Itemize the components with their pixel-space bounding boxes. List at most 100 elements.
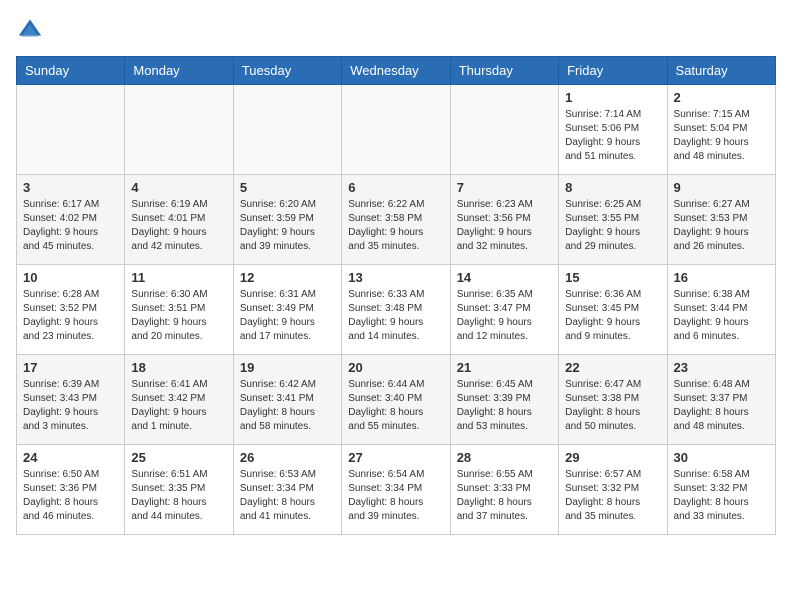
logo-icon — [16, 16, 44, 44]
day-number: 18 — [131, 360, 226, 375]
day-number: 26 — [240, 450, 335, 465]
day-number: 9 — [674, 180, 769, 195]
calendar-cell: 16 Sunrise: 6:38 AM Sunset: 3:44 PM Dayli… — [667, 265, 775, 355]
cell-info: Sunrise: 6:50 AM Sunset: 3:36 PM Dayligh… — [23, 468, 118, 524]
calendar-cell: 19 Sunrise: 6:42 AM Sunset: 3:41 PM Dayli… — [233, 355, 341, 445]
cell-info: Sunrise: 6:45 AM Sunset: 3:39 PM Dayligh… — [457, 378, 552, 434]
calendar-cell: 5 Sunrise: 6:20 AM Sunset: 3:59 PM Daylig… — [233, 175, 341, 265]
calendar-header-row: SundayMondayTuesdayWednesdayThursdayFrid… — [17, 57, 776, 85]
day-number: 19 — [240, 360, 335, 375]
calendar-cell: 23 Sunrise: 6:48 AM Sunset: 3:37 PM Dayli… — [667, 355, 775, 445]
day-number: 2 — [674, 90, 769, 105]
cell-info: Sunrise: 6:20 AM Sunset: 3:59 PM Dayligh… — [240, 198, 335, 254]
week-row-2: 3Sunrise: 6:17 AM Sunset: 4:02 PM Daylig… — [17, 175, 776, 265]
cell-info: Sunrise: 6:38 AM Sunset: 3:44 PM Dayligh… — [674, 288, 769, 344]
calendar-table: SundayMondayTuesdayWednesdayThursdayFrid… — [16, 56, 776, 535]
cell-info: Sunrise: 6:39 AM Sunset: 3:43 PM Dayligh… — [23, 378, 118, 434]
cell-info: Sunrise: 6:41 AM Sunset: 3:42 PM Dayligh… — [131, 378, 226, 434]
calendar-cell: 22 Sunrise: 6:47 AM Sunset: 3:38 PM Dayli… — [559, 355, 667, 445]
calendar-cell: 7 Sunrise: 6:23 AM Sunset: 3:56 PM Daylig… — [450, 175, 558, 265]
calendar-cell: 29 Sunrise: 6:57 AM Sunset: 3:32 PM Dayli… — [559, 445, 667, 535]
day-number: 17 — [23, 360, 118, 375]
day-number: 24 — [23, 450, 118, 465]
col-header-monday: Monday — [125, 57, 233, 85]
calendar-cell: 14Sunrise: 6:35 AM Sunset: 3:47 PM Dayli… — [450, 265, 558, 355]
day-number: 11 — [131, 270, 226, 285]
cell-info: Sunrise: 6:47 AM Sunset: 3:38 PM Dayligh… — [565, 378, 660, 434]
calendar-cell — [125, 85, 233, 175]
calendar-cell: 25 Sunrise: 6:51 AM Sunset: 3:35 PM Dayli… — [125, 445, 233, 535]
day-number: 12 — [240, 270, 335, 285]
calendar-cell: 11 Sunrise: 6:30 AM Sunset: 3:51 PM Dayli… — [125, 265, 233, 355]
calendar-cell: 10 Sunrise: 6:28 AM Sunset: 3:52 PM Dayli… — [17, 265, 125, 355]
calendar-cell: 3Sunrise: 6:17 AM Sunset: 4:02 PM Daylig… — [17, 175, 125, 265]
day-number: 25 — [131, 450, 226, 465]
calendar-cell — [342, 85, 450, 175]
cell-info: Sunrise: 6:54 AM Sunset: 3:34 PM Dayligh… — [348, 468, 443, 524]
cell-info: Sunrise: 6:35 AM Sunset: 3:47 PM Dayligh… — [457, 288, 552, 344]
cell-info: Sunrise: 6:51 AM Sunset: 3:35 PM Dayligh… — [131, 468, 226, 524]
day-number: 27 — [348, 450, 443, 465]
calendar-cell: 24 Sunrise: 6:50 AM Sunset: 3:36 PM Dayli… — [17, 445, 125, 535]
day-number: 21 — [457, 360, 552, 375]
cell-info: Sunrise: 6:27 AM Sunset: 3:53 PM Dayligh… — [674, 198, 769, 254]
cell-info: Sunrise: 6:57 AM Sunset: 3:32 PM Dayligh… — [565, 468, 660, 524]
day-number: 22 — [565, 360, 660, 375]
calendar-cell: 8 Sunrise: 6:25 AM Sunset: 3:55 PM Daylig… — [559, 175, 667, 265]
cell-info: Sunrise: 6:31 AM Sunset: 3:49 PM Dayligh… — [240, 288, 335, 344]
day-number: 10 — [23, 270, 118, 285]
day-number: 28 — [457, 450, 552, 465]
week-row-4: 17 Sunrise: 6:39 AM Sunset: 3:43 PM Dayli… — [17, 355, 776, 445]
calendar-cell: 9 Sunrise: 6:27 AM Sunset: 3:53 PM Daylig… — [667, 175, 775, 265]
calendar-cell — [233, 85, 341, 175]
day-number: 20 — [348, 360, 443, 375]
calendar-cell: 2 Sunrise: 7:15 AM Sunset: 5:04 PM Daylig… — [667, 85, 775, 175]
day-number: 13 — [348, 270, 443, 285]
cell-info: Sunrise: 6:33 AM Sunset: 3:48 PM Dayligh… — [348, 288, 443, 344]
day-number: 16 — [674, 270, 769, 285]
calendar-cell: 21 Sunrise: 6:45 AM Sunset: 3:39 PM Dayli… — [450, 355, 558, 445]
week-row-5: 24 Sunrise: 6:50 AM Sunset: 3:36 PM Dayli… — [17, 445, 776, 535]
cell-info: Sunrise: 6:23 AM Sunset: 3:56 PM Dayligh… — [457, 198, 552, 254]
col-header-tuesday: Tuesday — [233, 57, 341, 85]
calendar-cell — [17, 85, 125, 175]
logo — [16, 16, 48, 44]
col-header-saturday: Saturday — [667, 57, 775, 85]
cell-info: Sunrise: 7:14 AM Sunset: 5:06 PM Dayligh… — [565, 108, 660, 164]
calendar-cell — [450, 85, 558, 175]
cell-info: Sunrise: 6:42 AM Sunset: 3:41 PM Dayligh… — [240, 378, 335, 434]
calendar-cell: 1 Sunrise: 7:14 AM Sunset: 5:06 PM Daylig… — [559, 85, 667, 175]
cell-info: Sunrise: 6:58 AM Sunset: 3:32 PM Dayligh… — [674, 468, 769, 524]
col-header-friday: Friday — [559, 57, 667, 85]
col-header-thursday: Thursday — [450, 57, 558, 85]
cell-info: Sunrise: 6:28 AM Sunset: 3:52 PM Dayligh… — [23, 288, 118, 344]
cell-info: Sunrise: 6:17 AM Sunset: 4:02 PM Dayligh… — [23, 198, 118, 254]
calendar-cell: 15Sunrise: 6:36 AM Sunset: 3:45 PM Dayli… — [559, 265, 667, 355]
calendar-cell: 26Sunrise: 6:53 AM Sunset: 3:34 PM Dayli… — [233, 445, 341, 535]
cell-info: Sunrise: 6:30 AM Sunset: 3:51 PM Dayligh… — [131, 288, 226, 344]
cell-info: Sunrise: 7:15 AM Sunset: 5:04 PM Dayligh… — [674, 108, 769, 164]
day-number: 4 — [131, 180, 226, 195]
day-number: 5 — [240, 180, 335, 195]
day-number: 30 — [674, 450, 769, 465]
day-number: 1 — [565, 90, 660, 105]
col-header-wednesday: Wednesday — [342, 57, 450, 85]
week-row-3: 10 Sunrise: 6:28 AM Sunset: 3:52 PM Dayli… — [17, 265, 776, 355]
calendar-cell: 12 Sunrise: 6:31 AM Sunset: 3:49 PM Dayli… — [233, 265, 341, 355]
day-number: 8 — [565, 180, 660, 195]
day-number: 15 — [565, 270, 660, 285]
calendar-cell: 20Sunrise: 6:44 AM Sunset: 3:40 PM Dayli… — [342, 355, 450, 445]
day-number: 6 — [348, 180, 443, 195]
cell-info: Sunrise: 6:48 AM Sunset: 3:37 PM Dayligh… — [674, 378, 769, 434]
day-number: 7 — [457, 180, 552, 195]
cell-info: Sunrise: 6:25 AM Sunset: 3:55 PM Dayligh… — [565, 198, 660, 254]
calendar-cell: 13 Sunrise: 6:33 AM Sunset: 3:48 PM Dayli… — [342, 265, 450, 355]
page-header — [16, 16, 776, 44]
cell-info: Sunrise: 6:19 AM Sunset: 4:01 PM Dayligh… — [131, 198, 226, 254]
day-number: 23 — [674, 360, 769, 375]
day-number: 29 — [565, 450, 660, 465]
calendar-cell: 17 Sunrise: 6:39 AM Sunset: 3:43 PM Dayli… — [17, 355, 125, 445]
cell-info: Sunrise: 6:55 AM Sunset: 3:33 PM Dayligh… — [457, 468, 552, 524]
calendar-cell: 18 Sunrise: 6:41 AM Sunset: 3:42 PM Dayli… — [125, 355, 233, 445]
col-header-sunday: Sunday — [17, 57, 125, 85]
